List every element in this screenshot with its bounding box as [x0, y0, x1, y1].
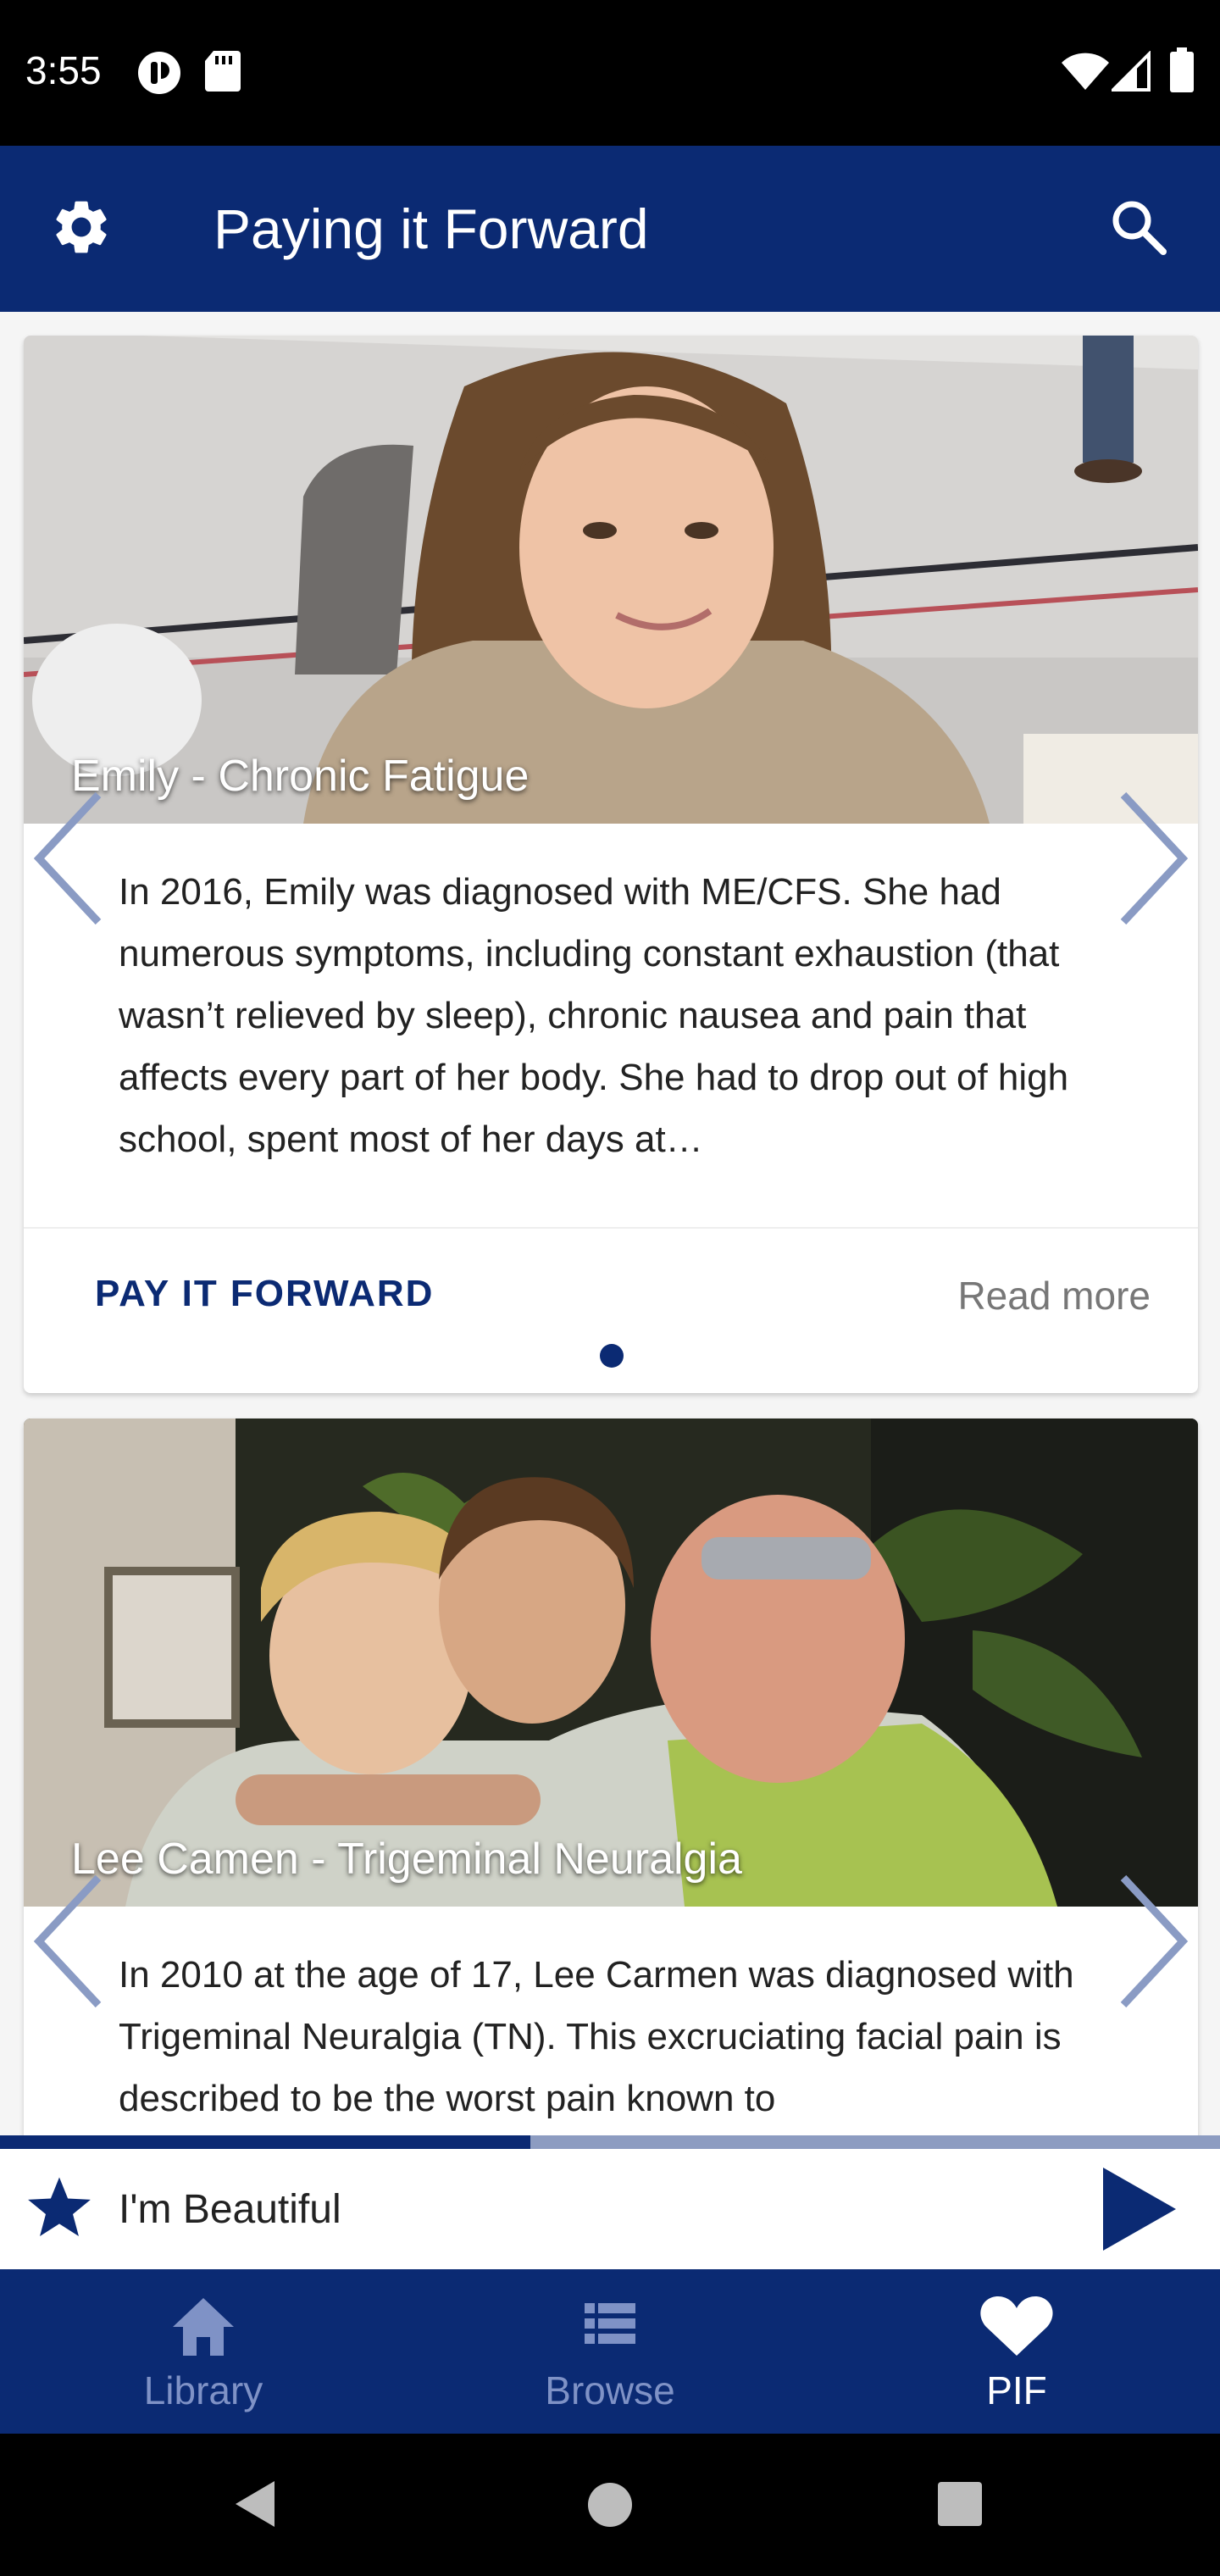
playback-progress[interactable] — [0, 2135, 1220, 2149]
signal-icon — [1109, 50, 1151, 96]
next-arrow[interactable] — [1115, 786, 1191, 930]
nav-item-browse[interactable]: Browse — [407, 2269, 813, 2434]
home-icon — [161, 2293, 246, 2361]
nav-label-library: Library — [143, 2368, 263, 2412]
list-icon — [568, 2293, 652, 2361]
heart-icon — [974, 2293, 1059, 2361]
story-excerpt: In 2016, Emily was diagnosed with ME/CFS… — [119, 871, 1069, 1160]
story-card[interactable]: Emily - Chronic Fatigue In 2016, Emily w… — [24, 336, 1198, 1393]
gear-icon — [49, 195, 114, 264]
playback-progress-fill — [0, 2135, 531, 2149]
story-title: Lee Camen - Trigeminal Neuralgia — [71, 1835, 742, 1884]
divider — [24, 1227, 1198, 1229]
search-icon — [1109, 197, 1168, 261]
read-more-link[interactable]: Read more — [957, 1273, 1151, 1319]
story-title: Emily - Chronic Fatigue — [71, 752, 530, 801]
previous-arrow[interactable] — [30, 786, 107, 930]
story-list[interactable]: Emily - Chronic Fatigue In 2016, Emily w… — [0, 312, 1220, 2149]
nav-item-library[interactable]: Library — [0, 2269, 407, 2434]
settings-button[interactable] — [39, 186, 124, 271]
battery-icon — [1169, 47, 1195, 97]
status-time: 3:55 — [25, 48, 102, 92]
search-button[interactable] — [1096, 186, 1181, 271]
back-icon[interactable] — [234, 2479, 276, 2533]
story-excerpt: In 2010 at the age of 17, Lee Carmen was… — [119, 1954, 1074, 2119]
system-navigation-bar — [0, 2434, 1220, 2576]
wifi-icon — [1061, 53, 1110, 96]
mini-player[interactable]: I'm Beautiful — [0, 2149, 1220, 2269]
play-icon[interactable] — [1100, 2166, 1178, 2257]
previous-arrow[interactable] — [30, 1869, 107, 2013]
pay-it-forward-button[interactable]: PAY IT FORWARD — [95, 1273, 434, 1315]
nav-label-browse: Browse — [545, 2368, 675, 2412]
now-playing-title: I'm Beautiful — [119, 2187, 341, 2232]
recents-icon[interactable] — [937, 2481, 983, 2531]
next-arrow[interactable] — [1115, 1869, 1191, 2013]
bottom-navigation: Library Browse PIF — [0, 2269, 1220, 2434]
status-bar: 3:55 — [0, 0, 1220, 146]
nav-label-pif: PIF — [986, 2368, 1047, 2412]
app-bar: Paying it Forward — [0, 146, 1220, 312]
page-title: Paying it Forward — [214, 197, 649, 260]
sd-card-icon — [203, 49, 242, 97]
nav-item-pif[interactable]: PIF — [813, 2269, 1220, 2434]
home-circle-icon[interactable] — [586, 2481, 634, 2533]
star-icon[interactable] — [24, 2174, 95, 2246]
page-indicator-dot — [600, 1344, 624, 1368]
circle-notification-icon — [136, 49, 183, 101]
story-card[interactable]: Lee Camen - Trigeminal Neuralgia In 2010… — [24, 1418, 1198, 2149]
